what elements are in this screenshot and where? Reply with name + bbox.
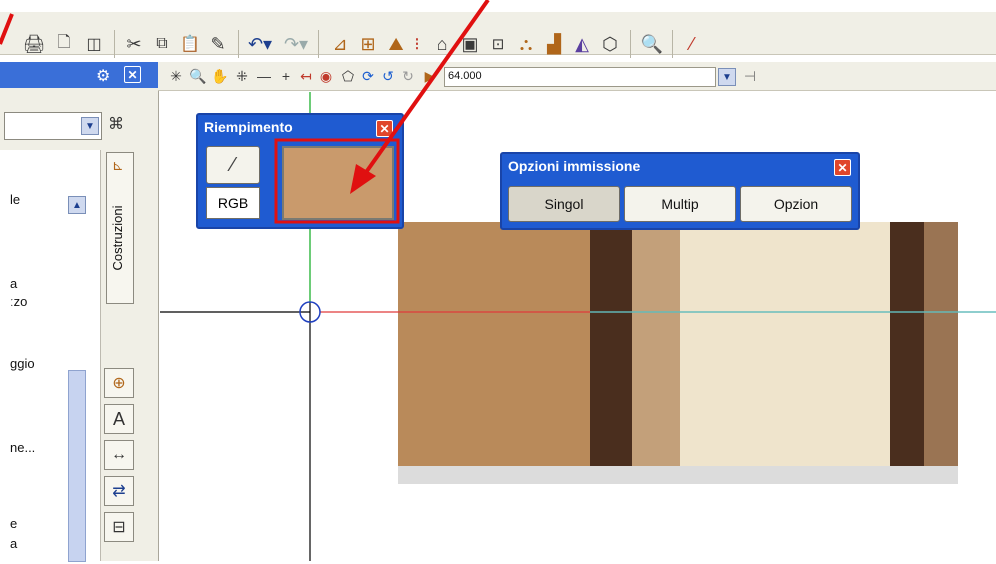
annotation-arrow-shaft — [360, 0, 490, 180]
annotation-overlay — [0, 0, 490, 224]
annotation-line — [0, 13, 14, 45]
annotation-arrow-head — [350, 164, 376, 194]
